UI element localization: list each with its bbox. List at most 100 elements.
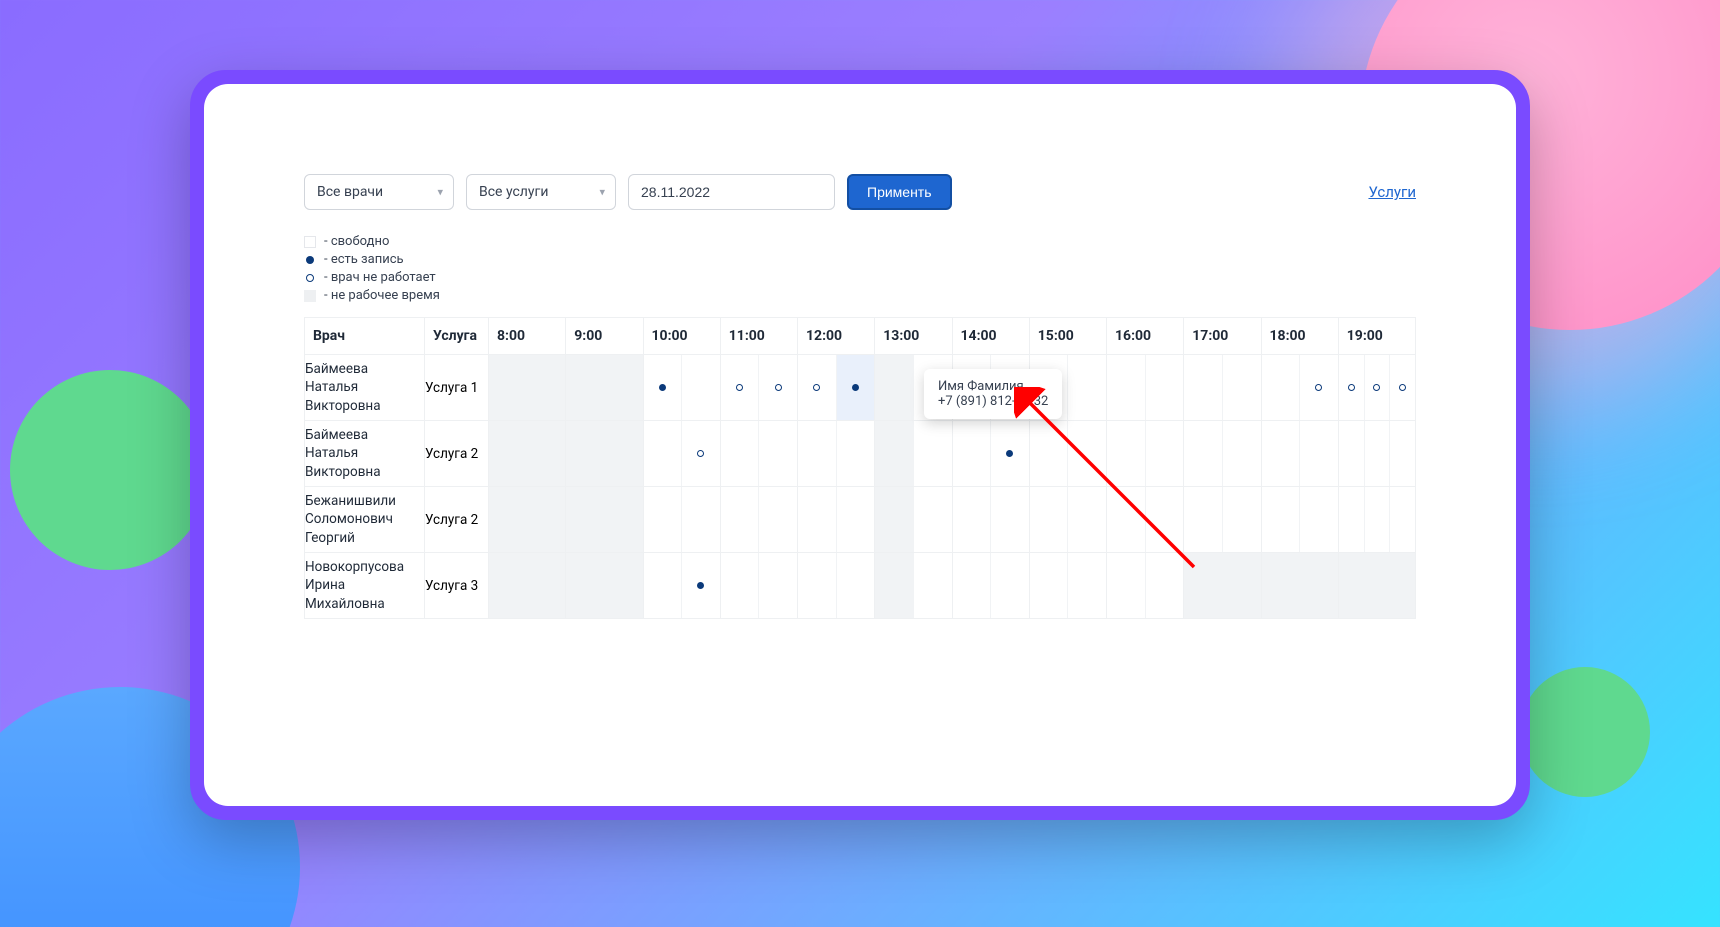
time-slot[interactable] bbox=[953, 553, 992, 618]
time-slot[interactable] bbox=[1184, 355, 1223, 420]
hour-cell[interactable] bbox=[1029, 421, 1106, 487]
time-slot[interactable] bbox=[721, 487, 760, 552]
hour-cell[interactable] bbox=[1107, 355, 1184, 421]
hour-cell[interactable] bbox=[798, 421, 875, 487]
time-slot[interactable] bbox=[1146, 355, 1184, 420]
time-slot[interactable] bbox=[875, 355, 914, 420]
time-slot[interactable] bbox=[1262, 355, 1301, 420]
time-slot[interactable] bbox=[682, 421, 720, 486]
time-slot[interactable] bbox=[1300, 355, 1338, 420]
time-slot[interactable] bbox=[1030, 487, 1069, 552]
time-slot[interactable] bbox=[798, 355, 837, 420]
hour-cell[interactable] bbox=[643, 487, 720, 553]
doctor-select[interactable]: Все врачи ▾ bbox=[304, 174, 454, 210]
time-slot[interactable] bbox=[991, 487, 1029, 552]
hour-cell[interactable] bbox=[489, 487, 566, 553]
hour-cell[interactable] bbox=[489, 553, 566, 619]
time-slot[interactable] bbox=[1339, 355, 1365, 420]
time-slot[interactable] bbox=[1068, 421, 1106, 486]
time-slot[interactable] bbox=[1300, 487, 1338, 552]
time-slot[interactable] bbox=[837, 487, 875, 552]
time-slot[interactable] bbox=[721, 553, 760, 618]
hour-cell[interactable] bbox=[1261, 355, 1338, 421]
hour-cell[interactable] bbox=[1338, 355, 1415, 421]
hour-cell[interactable] bbox=[798, 487, 875, 553]
time-slot[interactable] bbox=[1068, 355, 1106, 420]
time-slot[interactable] bbox=[644, 553, 683, 618]
time-slot[interactable] bbox=[1262, 421, 1301, 486]
hour-cell[interactable] bbox=[489, 355, 566, 421]
time-slot[interactable] bbox=[1339, 421, 1365, 486]
hour-cell[interactable] bbox=[1338, 487, 1415, 553]
time-slot[interactable] bbox=[875, 487, 914, 552]
hour-cell[interactable] bbox=[566, 553, 643, 619]
time-slot[interactable] bbox=[644, 355, 683, 420]
hour-cell[interactable] bbox=[1261, 487, 1338, 553]
service-select[interactable]: Все услуги ▾ bbox=[466, 174, 616, 210]
time-slot[interactable] bbox=[1339, 487, 1365, 552]
time-slot[interactable] bbox=[759, 487, 797, 552]
hour-cell[interactable] bbox=[643, 553, 720, 619]
hour-cell[interactable] bbox=[798, 355, 875, 421]
time-slot[interactable] bbox=[682, 553, 720, 618]
time-slot[interactable] bbox=[644, 421, 683, 486]
time-slot[interactable] bbox=[837, 553, 875, 618]
time-slot[interactable] bbox=[914, 421, 952, 486]
time-slot[interactable] bbox=[1390, 421, 1415, 486]
services-link[interactable]: Услуги bbox=[1368, 183, 1416, 201]
hour-cell[interactable] bbox=[1184, 553, 1261, 619]
hour-cell[interactable] bbox=[952, 421, 1029, 487]
time-slot[interactable] bbox=[1300, 421, 1338, 486]
time-slot[interactable] bbox=[798, 487, 837, 552]
time-slot[interactable] bbox=[682, 487, 720, 552]
time-slot[interactable] bbox=[1030, 553, 1069, 618]
hour-cell[interactable] bbox=[566, 487, 643, 553]
time-slot[interactable] bbox=[1068, 553, 1106, 618]
time-slot[interactable] bbox=[1107, 355, 1146, 420]
time-slot[interactable] bbox=[1223, 487, 1261, 552]
time-slot[interactable] bbox=[914, 553, 952, 618]
date-input[interactable] bbox=[628, 174, 835, 210]
hour-cell[interactable] bbox=[875, 421, 952, 487]
time-slot[interactable] bbox=[953, 421, 992, 486]
hour-cell[interactable] bbox=[1107, 487, 1184, 553]
time-slot[interactable] bbox=[1146, 421, 1184, 486]
hour-cell[interactable] bbox=[1184, 355, 1261, 421]
time-slot[interactable] bbox=[1365, 487, 1391, 552]
hour-cell[interactable] bbox=[489, 421, 566, 487]
hour-cell[interactable] bbox=[1338, 553, 1415, 619]
hour-cell[interactable] bbox=[720, 421, 797, 487]
time-slot[interactable] bbox=[1365, 421, 1391, 486]
time-slot[interactable] bbox=[682, 355, 720, 420]
time-slot[interactable] bbox=[644, 487, 683, 552]
hour-cell[interactable] bbox=[1184, 487, 1261, 553]
time-slot[interactable] bbox=[991, 553, 1029, 618]
time-slot[interactable] bbox=[798, 421, 837, 486]
hour-cell[interactable] bbox=[720, 355, 797, 421]
hour-cell[interactable] bbox=[875, 487, 952, 553]
hour-cell[interactable] bbox=[875, 553, 952, 619]
time-slot[interactable] bbox=[1184, 487, 1223, 552]
time-slot[interactable] bbox=[953, 487, 992, 552]
time-slot[interactable] bbox=[798, 553, 837, 618]
hour-cell[interactable] bbox=[1338, 421, 1415, 487]
hour-cell[interactable] bbox=[798, 553, 875, 619]
time-slot[interactable] bbox=[1365, 355, 1391, 420]
time-slot[interactable] bbox=[991, 421, 1029, 486]
hour-cell[interactable] bbox=[566, 421, 643, 487]
time-slot[interactable] bbox=[875, 553, 914, 618]
apply-button[interactable]: Применть bbox=[847, 174, 952, 210]
time-slot[interactable] bbox=[1146, 553, 1184, 618]
time-slot[interactable] bbox=[1184, 421, 1223, 486]
time-slot[interactable] bbox=[914, 487, 952, 552]
hour-cell[interactable] bbox=[720, 487, 797, 553]
time-slot[interactable] bbox=[759, 553, 797, 618]
time-slot[interactable] bbox=[1262, 487, 1301, 552]
time-slot[interactable] bbox=[1390, 487, 1415, 552]
hour-cell[interactable] bbox=[566, 355, 643, 421]
hour-cell[interactable] bbox=[1029, 553, 1106, 619]
time-slot[interactable] bbox=[1107, 487, 1146, 552]
time-slot[interactable] bbox=[721, 355, 760, 420]
time-slot[interactable] bbox=[759, 421, 797, 486]
time-slot[interactable] bbox=[1030, 421, 1069, 486]
